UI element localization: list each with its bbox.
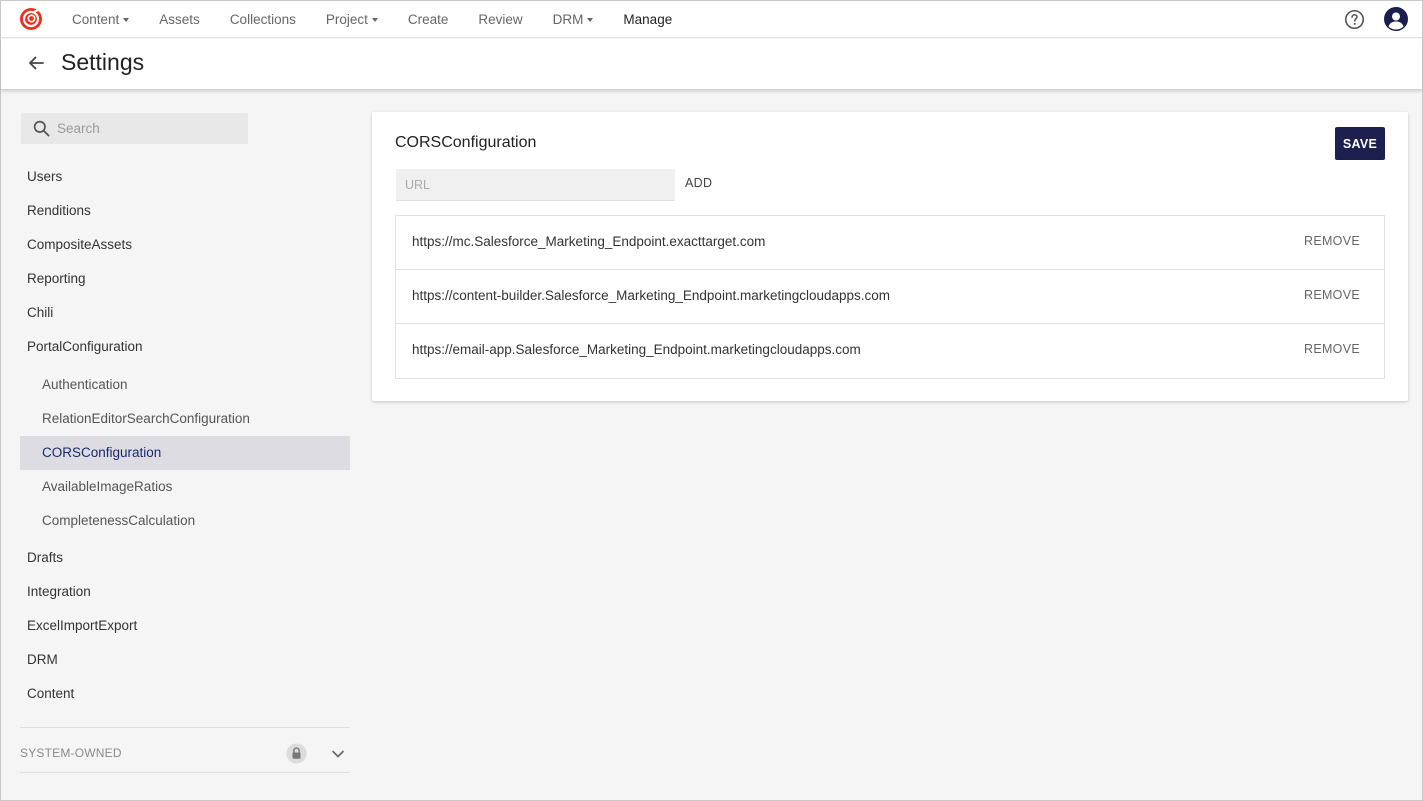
sidebar-subitem-authentication[interactable]: Authentication — [42, 377, 128, 397]
nav-review[interactable]: Review — [463, 1, 537, 38]
sidebar-item-portalconfiguration[interactable]: PortalConfiguration — [27, 339, 143, 359]
url-text: https://email-app.Salesforce_Marketing_E… — [412, 342, 861, 357]
nav-review-label: Review — [478, 12, 523, 27]
chevron-down-icon[interactable] — [331, 747, 345, 761]
url-text: https://content-builder.Salesforce_Marke… — [412, 288, 891, 303]
nav-manage-label: Manage — [623, 12, 673, 27]
url-list: https://mc.Salesforce_Marketing_Endpoint… — [395, 215, 1385, 379]
lock-icon — [286, 743, 307, 764]
nav-drm[interactable]: DRM — [538, 1, 609, 38]
sidebar-subitem-completenesscalculation[interactable]: CompletenessCalculation — [42, 513, 195, 533]
sidebar-item-users[interactable]: Users — [27, 169, 62, 189]
nav-project-label: Project — [325, 12, 368, 27]
nav-manage[interactable]: Manage — [608, 1, 687, 38]
cors-configuration-card: CORSConfiguration SAVE ADD https://mc.Sa… — [372, 112, 1408, 401]
system-owned-label: SYSTEM-OWNED — [20, 746, 122, 760]
search-icon — [33, 120, 50, 137]
sidebar-subitem-availableimageratios[interactable]: AvailableImageRatios — [42, 479, 172, 499]
app-logo-icon[interactable] — [19, 7, 43, 31]
sidebar-item-reporting[interactable]: Reporting — [27, 271, 86, 291]
sidebar-subitem-relationeditorsearchconfiguration[interactable]: RelationEditorSearchConfiguration — [42, 411, 250, 431]
nav-assets-label: Assets — [159, 12, 200, 27]
arrow-left-icon[interactable] — [26, 53, 46, 73]
sidebar-item-content[interactable]: Content — [27, 686, 74, 706]
nav-content[interactable]: Content — [57, 1, 144, 38]
sidebar-item-drafts[interactable]: Drafts — [27, 550, 63, 570]
nav-collections-label: Collections — [229, 12, 296, 27]
remove-button[interactable]: REMOVE — [1304, 234, 1360, 248]
sidebar-item-chili[interactable]: Chili — [27, 305, 53, 325]
list-item: https://email-app.Salesforce_Marketing_E… — [396, 324, 1384, 379]
nav-assets[interactable]: Assets — [144, 1, 215, 38]
list-item: https://content-builder.Salesforce_Marke… — [396, 270, 1384, 324]
nav-collections[interactable]: Collections — [215, 1, 311, 38]
sidebar-item-renditions[interactable]: Renditions — [27, 203, 91, 223]
sidebar-subitem-corsconfiguration[interactable]: CORSConfiguration — [42, 445, 161, 465]
settings-sidebar: Users Renditions CompositeAssets Reporti… — [1, 91, 361, 800]
search-input[interactable] — [57, 113, 242, 144]
nav-content-label: Content — [72, 12, 120, 27]
page-title: Settings — [61, 49, 145, 75]
sidebar-item-integration[interactable]: Integration — [27, 584, 91, 604]
main-menu: Content Assets Collections Project Creat… — [57, 1, 687, 38]
url-input[interactable] — [396, 169, 675, 201]
add-button[interactable]: ADD — [685, 176, 712, 190]
list-item: https://mc.Salesforce_Marketing_Endpoint… — [396, 216, 1384, 270]
sidebar-item-compositeassets[interactable]: CompositeAssets — [27, 237, 132, 257]
nav-project[interactable]: Project — [311, 1, 393, 38]
url-text: https://mc.Salesforce_Marketing_Endpoint… — [412, 234, 766, 249]
sidebar-item-drm[interactable]: DRM — [27, 652, 58, 672]
card-title: CORSConfiguration — [395, 134, 537, 151]
remove-button[interactable]: REMOVE — [1304, 342, 1360, 356]
page-header: Settings — [1, 39, 1422, 90]
nav-drm-label: DRM — [552, 12, 584, 27]
caret-down-icon — [371, 17, 378, 22]
remove-button[interactable]: REMOVE — [1304, 288, 1360, 302]
caret-down-icon — [587, 17, 594, 22]
top-navigation: Content Assets Collections Project Creat… — [1, 1, 1422, 38]
nav-create[interactable]: Create — [393, 1, 464, 38]
sidebar-divider — [20, 727, 350, 728]
sidebar-divider-bottom — [20, 772, 350, 773]
search-box — [21, 113, 248, 144]
sidebar-item-excelimportexport[interactable]: ExcelImportExport — [27, 618, 137, 638]
nav-create-label: Create — [407, 12, 449, 27]
help-circle-icon[interactable] — [1344, 9, 1365, 30]
user-avatar-icon[interactable] — [1384, 7, 1408, 31]
save-button[interactable]: SAVE — [1335, 127, 1385, 160]
caret-down-icon — [123, 17, 130, 22]
